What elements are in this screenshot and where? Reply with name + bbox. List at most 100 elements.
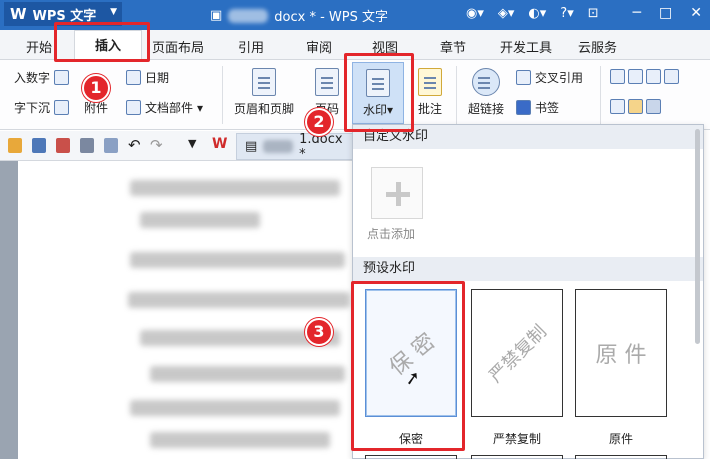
eraser-icon[interactable] <box>628 99 643 114</box>
tab-review[interactable]: 审阅 <box>306 37 332 56</box>
header-footer-icon <box>252 68 276 96</box>
wps-logo-icon: W <box>10 5 27 23</box>
list-control-icon[interactable] <box>646 69 661 84</box>
tab-page-layout[interactable]: 页面布局 <box>152 37 204 56</box>
highlight-watermark-button <box>344 53 414 132</box>
doc-icon: ▣ <box>210 8 223 23</box>
step-badge-2: 2 <box>305 108 333 136</box>
form-controls-group-2 <box>610 99 661 114</box>
help-icon: ? <box>560 6 568 21</box>
chevron-down-icon: ▼ <box>110 7 117 17</box>
pin-icon[interactable]: ⊡ <box>588 6 599 21</box>
comment-icon <box>418 68 442 96</box>
document-tab[interactable]: ▤ 1.docx * <box>236 131 354 162</box>
hyperlink-button[interactable]: 超链接 <box>462 68 510 117</box>
window-title-text: docx * - WPS 文字 <box>274 10 389 25</box>
preset-label-original: 原件 <box>608 432 633 446</box>
drop-cap-label: 字下沉 <box>14 101 51 115</box>
bookmark-button[interactable]: 书签 <box>516 99 559 116</box>
date-label: 日期 <box>145 71 170 85</box>
feedback-icon[interactable]: ◐▾ <box>528 6 546 21</box>
dropdown-scrollbar[interactable] <box>695 129 700 344</box>
textbox-control-icon[interactable] <box>610 69 625 84</box>
add-watermark-button[interactable] <box>371 167 423 219</box>
export-pdf-icon[interactable] <box>56 138 70 153</box>
wps-brand-icon[interactable]: W <box>212 136 227 152</box>
close-icon[interactable]: ✕ <box>690 5 702 21</box>
blurred-text-line <box>130 180 340 196</box>
ribbon-divider <box>222 66 223 124</box>
drop-cap-icon <box>54 100 70 115</box>
highlight-insert-tab <box>54 22 150 62</box>
help-button[interactable]: ?▾ <box>560 6 573 21</box>
insert-number-button[interactable]: 入数字 <box>14 69 70 86</box>
doc-parts-icon <box>126 100 141 115</box>
tab-home[interactable]: 开始 <box>26 37 52 56</box>
ribbon-divider <box>456 66 457 124</box>
number-icon <box>54 70 70 85</box>
watermark-preview-text: 原 件 <box>595 343 647 368</box>
add-watermark-label: 点击添加 <box>367 227 416 241</box>
checkbox-control-icon[interactable] <box>628 69 643 84</box>
blurred-text-line <box>150 432 330 448</box>
header-footer-button[interactable]: 页眉和页脚 <box>228 68 300 117</box>
preset-row-peek <box>471 455 563 459</box>
step-badge-1: 1 <box>82 74 110 102</box>
tab-section[interactable]: 章节 <box>440 37 466 56</box>
form-controls-group <box>610 69 679 84</box>
maximize-icon[interactable]: □ <box>659 5 672 21</box>
document-gutter <box>0 161 18 459</box>
insert-number-label: 入数字 <box>14 71 51 85</box>
design-mode-icon[interactable] <box>610 99 625 114</box>
blurred-text-line <box>128 292 350 308</box>
app-name: WPS 文字 <box>32 8 97 24</box>
preset-row-peek <box>365 455 457 459</box>
watermark-preview-text: 严禁复制 <box>485 321 551 387</box>
print-icon[interactable] <box>80 138 94 153</box>
date-button[interactable]: 日期 <box>126 69 169 86</box>
preset-watermark-no-copy[interactable]: 严禁复制 <box>471 289 563 417</box>
chevron-down-icon: ▾ <box>197 100 204 115</box>
drop-cap-button[interactable]: 字下沉 <box>14 99 70 116</box>
cross-reference-label: 交叉引用 <box>535 71 584 85</box>
undo-icon[interactable]: ↶ <box>128 136 142 154</box>
bookmark-icon <box>516 100 531 115</box>
customize-arrow-icon[interactable]: ▼ <box>188 137 202 152</box>
calendar-icon <box>126 70 141 85</box>
tab-developer[interactable]: 开发工具 <box>500 37 552 56</box>
highlight-confidential-preset <box>351 281 465 451</box>
step-badge-3: 3 <box>305 318 333 346</box>
print-preview-icon[interactable] <box>104 138 118 153</box>
doc-parts-label: 文档部件 <box>145 101 194 115</box>
blurred-text-line <box>130 252 345 268</box>
skin-icon[interactable]: ◉▾ <box>466 6 484 21</box>
tab-references[interactable]: 引用 <box>238 37 264 56</box>
tab-cloud[interactable]: 云服务 <box>578 37 617 56</box>
hyperlink-label: 超链接 <box>467 102 504 116</box>
doc-tab-title: 1.docx * <box>299 131 343 162</box>
cross-reference-icon <box>516 70 531 85</box>
comment-button[interactable]: 批注 <box>410 68 450 117</box>
blurred-filename <box>228 8 269 23</box>
minimize-icon[interactable]: ─ <box>633 5 641 21</box>
blurred-text-line <box>140 212 260 228</box>
header-footer-label: 页眉和页脚 <box>233 102 294 116</box>
ribbon-divider <box>600 66 601 124</box>
lock-icon[interactable] <box>646 99 661 114</box>
title-toolbar: ◉▾ ◈▾ ◐▾ ?▾ ⊡ <box>466 6 599 21</box>
star-icon[interactable]: ◈▾ <box>498 6 515 21</box>
page-number-icon <box>315 68 339 96</box>
doc-parts-button[interactable]: 文档部件 ▾ <box>126 99 203 116</box>
redo-icon[interactable]: ↷ <box>150 136 164 154</box>
preset-watermark-header: 预设水印 <box>353 257 703 281</box>
save-icon[interactable] <box>32 138 46 153</box>
button-control-icon[interactable] <box>664 69 679 84</box>
preset-watermark-original[interactable]: 原 件 <box>575 289 667 417</box>
doc-tab-icon: ▤ <box>245 139 258 154</box>
preset-label-no-copy: 严禁复制 <box>492 432 541 446</box>
open-folder-icon[interactable] <box>8 138 22 153</box>
preset-row-peek <box>575 455 667 459</box>
cross-reference-button[interactable]: 交叉引用 <box>516 69 583 86</box>
comment-label: 批注 <box>417 102 442 116</box>
globe-icon <box>472 68 500 96</box>
